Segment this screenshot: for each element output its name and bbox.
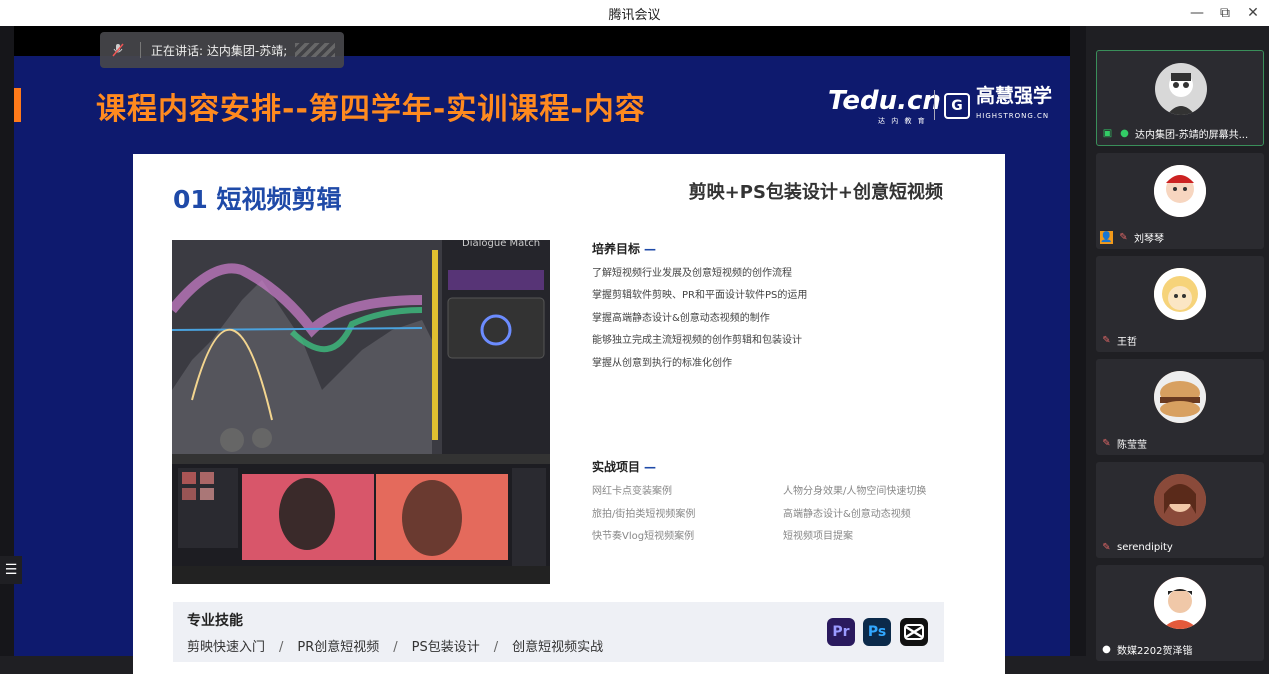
premiere-icon: Pr bbox=[827, 618, 855, 646]
avatar bbox=[1155, 63, 1207, 115]
host-icon: 👤 bbox=[1100, 231, 1113, 244]
avatar bbox=[1154, 474, 1206, 526]
project-item: 旅拍/街拍类短视频案例 bbox=[592, 508, 696, 520]
goal-item: 掌握从创意到执行的标准化创作 bbox=[592, 357, 732, 369]
projects-title: 实战项目 — bbox=[592, 460, 657, 474]
audio-eq-screenshot: Dialogue Match bbox=[172, 240, 550, 454]
skill-item: PR创意短视频 bbox=[297, 640, 380, 655]
avatar bbox=[1154, 268, 1206, 320]
window-title: 腾讯会议 bbox=[608, 8, 661, 23]
tedu-logo-text: Tedu.cn bbox=[828, 86, 941, 116]
video-editor-screenshot bbox=[172, 454, 550, 584]
participant-tile[interactable]: ✎ 王哲 bbox=[1096, 256, 1264, 352]
avatar bbox=[1154, 577, 1206, 629]
photoshop-icon: Ps bbox=[863, 618, 891, 646]
highstrong-en: HIGHSTRONG.CN bbox=[976, 112, 1050, 120]
minimize-button[interactable]: — bbox=[1183, 2, 1211, 24]
section-title: 01 短视频剪辑 bbox=[173, 185, 342, 214]
projects-right-list: 人物分身效果/人物空间快速切换 高端静态设计&创意动态视频 短视频项目提案 bbox=[783, 482, 926, 550]
skills-title: 专业技能 bbox=[187, 613, 243, 629]
participant-tile[interactable]: ▣ ● 达内集团-苏靖的屏幕共... bbox=[1096, 50, 1264, 146]
tedu-logo-subtext: 达 内 教 育 bbox=[878, 117, 927, 125]
screen-share-icon: ▣ bbox=[1102, 128, 1113, 139]
goal-item: 能够独立完成主流短视频的创作剪辑和包装设计 bbox=[592, 335, 802, 347]
logo-divider bbox=[934, 90, 935, 120]
participant-label: ✎ serendipity bbox=[1100, 541, 1173, 554]
speaking-text: 正在讲话: 达内集团-苏靖; bbox=[151, 43, 288, 58]
projects-left-list: 网红卡点变装案例 旅拍/街拍类短视频案例 快节奏Vlog短视频案例 bbox=[592, 482, 695, 550]
highstrong-cn: 高慧强学 bbox=[976, 85, 1053, 107]
participant-name: 数媒2202贺泽锴 bbox=[1117, 646, 1193, 657]
audio-wave-icon bbox=[295, 43, 336, 57]
participant-tile[interactable]: 👤 ✎ 刘琴琴 bbox=[1096, 153, 1264, 249]
slide-content-card: 01 短视频剪辑 剪映+PS包装设计+创意短视频 Dialogue Match bbox=[133, 154, 1005, 674]
participant-name: serendipity bbox=[1117, 542, 1173, 553]
tedu-logo: Tedu.cn 达 内 教 育 bbox=[828, 86, 941, 125]
skill-item: PS包装设计 bbox=[411, 640, 480, 655]
project-item: 人物分身效果/人物空间快速切换 bbox=[783, 486, 927, 497]
highstrong-logo: G 高慧强学 HIGHSTRONG.CN bbox=[944, 86, 1052, 126]
mic-muted-icon: ✎ bbox=[1102, 335, 1111, 346]
goal-item: 了解短视频行业发展及创意短视频的创作流程 bbox=[592, 268, 792, 279]
mic-muted-icon bbox=[112, 43, 126, 57]
participant-name: 陈莹莹 bbox=[1117, 440, 1147, 451]
goals-title: 培养目标 — bbox=[592, 242, 657, 256]
participant-label: 👤 ✎ 刘琴琴 bbox=[1100, 230, 1164, 245]
participant-tile[interactable]: ✎ 陈莹莹 bbox=[1096, 359, 1264, 455]
skill-item: 剪映快速入门 bbox=[187, 640, 266, 655]
shared-screen: 正在讲话: 达内集团-苏靖; 课程内容安排--第四学年-实训课程-内容 Tedu… bbox=[0, 26, 1086, 674]
skill-item: 创意短视频实战 bbox=[512, 640, 604, 655]
mic-muted-icon: ✎ bbox=[1102, 438, 1111, 449]
mic-muted-icon: ✎ bbox=[1119, 232, 1128, 243]
mic-on-icon: ● bbox=[1120, 128, 1129, 139]
title-accent-bar bbox=[14, 88, 21, 122]
project-item: 快节奏Vlog短视频案例 bbox=[592, 531, 695, 543]
avatar bbox=[1154, 165, 1206, 217]
highstrong-mark-icon: G bbox=[944, 93, 970, 119]
participant-label: ▣ ● 达内集团-苏靖的屏幕共... bbox=[1101, 126, 1248, 141]
project-item: 高端静态设计&创意动态视频 bbox=[783, 508, 911, 520]
restore-button[interactable]: ⧉ bbox=[1211, 2, 1239, 24]
goal-item: 掌握剪辑软件剪映、PR和平面设计软件PS的运用 bbox=[592, 290, 808, 302]
participant-name: 刘琴琴 bbox=[1134, 234, 1164, 245]
close-button[interactable]: ✕ bbox=[1239, 2, 1267, 24]
participant-name: 王哲 bbox=[1117, 337, 1137, 348]
participant-sidebar: ▣ ● 达内集团-苏靖的屏幕共... 👤 ✎ 刘琴琴 ✎ 王哲 ✎ 陈莹莹 ✎ … bbox=[1086, 26, 1269, 661]
list-toggle-icon[interactable]: ☰ bbox=[0, 556, 22, 584]
mic-on-icon: ● bbox=[1102, 644, 1111, 655]
participant-name: 达内集团-苏靖的屏幕共... bbox=[1135, 130, 1249, 141]
participant-label: ✎ 王哲 bbox=[1100, 333, 1137, 348]
skills-list: 剪映快速入门 / PR创意短视频 / PS包装设计 / 创意短视频实战 bbox=[187, 640, 604, 655]
skills-box: 专业技能 剪映快速入门 / PR创意短视频 / PS包装设计 / 创意短视频实战 Pr Ps bbox=[173, 602, 944, 662]
speaking-indicator: 正在讲话: 达内集团-苏靖; bbox=[100, 32, 344, 68]
project-item: 短视频项目提案 bbox=[783, 531, 853, 543]
editor-panel-title: Dialogue Match bbox=[462, 240, 540, 249]
participant-tile[interactable]: ● 数媒2202贺泽锴 bbox=[1096, 565, 1264, 661]
section-subtitle: 剪映+PS包装设计+创意短视频 bbox=[688, 182, 943, 203]
avatar bbox=[1154, 371, 1206, 423]
participant-label: ✎ 陈莹莹 bbox=[1100, 436, 1147, 451]
goal-item: 掌握高端静态设计&创意动态视频的制作 bbox=[592, 312, 770, 324]
mic-muted-icon: ✎ bbox=[1102, 542, 1111, 553]
slide-main-title: 课程内容安排--第四学年-实训课程-内容 bbox=[96, 92, 646, 127]
participant-label: ● 数媒2202贺泽锴 bbox=[1100, 642, 1192, 657]
project-item: 网红卡点变装案例 bbox=[592, 486, 672, 497]
divider bbox=[140, 42, 141, 58]
capcut-icon bbox=[900, 618, 928, 646]
participant-tile[interactable]: ✎ serendipity bbox=[1096, 462, 1264, 558]
goals-list: 了解短视频行业发展及创意短视频的创作流程 掌握剪辑软件剪映、PR和平面设计软件P… bbox=[592, 264, 807, 376]
window-titlebar: 腾讯会议 — ⧉ ✕ bbox=[0, 0, 1269, 26]
